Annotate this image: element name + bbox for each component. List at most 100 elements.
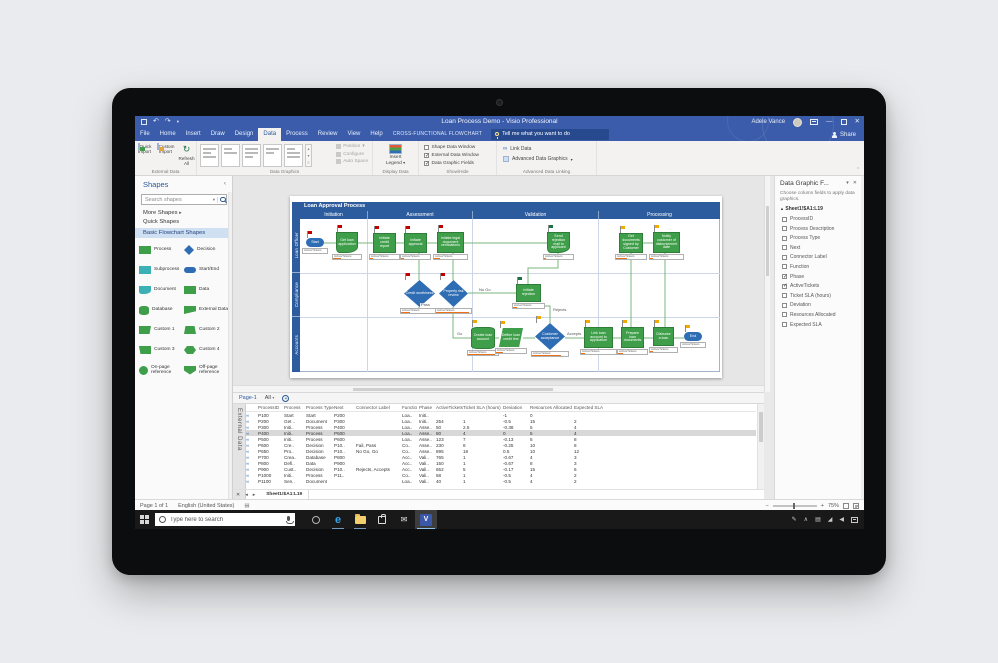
field-checkbox-row[interactable]: Process Description [782,226,857,232]
auto-space-button[interactable]: Auto Space [336,159,368,164]
field-checkbox-row[interactable]: ProcessID [782,216,857,222]
shape-master[interactable]: Off-page reference [184,364,229,376]
flowchart-node[interactable]: Disburse a loan ActiveTickets [653,327,674,346]
column-header[interactable]: Functio [402,405,419,410]
table-scrollbar[interactable] [757,404,764,489]
column-header[interactable]: Phase [419,405,436,410]
column-header[interactable]: Process Type [306,405,334,410]
restore-icon[interactable] [841,119,847,125]
field-checkbox-row[interactable]: Resources Allocated [782,312,857,318]
flowchart-node[interactable]: Get loan application ActiveTickets [336,232,358,253]
shape-master[interactable]: Subprocess [139,264,184,276]
flowchart-node[interactable]: Customer acceptance ActiveTickets [535,323,565,350]
drawing-canvas[interactable]: Loan Approval Process Initiation Assessm… [233,176,764,392]
ribbon-tab[interactable]: File [135,128,155,141]
avatar[interactable] [793,118,802,127]
field-checkbox-row[interactable]: Ticket SLA (hours) [782,293,857,299]
show-hide-checkbox[interactable]: External Data Window [424,153,496,158]
field-checkbox-row[interactable]: Expected SLA [782,322,857,328]
data-graphic-style-thumbnail[interactable] [200,144,219,167]
ribbon-tab[interactable]: Review [313,128,343,141]
ribbon-tab[interactable]: Help [365,128,387,141]
quick-shapes-link[interactable]: Quick Shapes [143,219,179,225]
language-indicator[interactable]: English (United States) [178,503,234,509]
shape-master[interactable]: Database [139,304,184,316]
column-header[interactable]: Process [284,405,306,410]
flowchart-node[interactable]: Property risk review ActiveTickets [439,280,468,307]
flowchart-node[interactable]: Prepare loan documents ActiveTickets [621,327,644,348]
ribbon-tab[interactable]: View [342,128,365,141]
zoom-slider[interactable] [773,505,817,507]
more-shapes-link[interactable]: More Shapes ▸ [143,210,182,216]
start-button[interactable] [140,515,149,524]
share-button[interactable]: Share [832,128,856,141]
shape-master[interactable]: Custom 3 [139,344,184,356]
add-page-button[interactable]: + [282,395,289,402]
shape-search-input[interactable]: Search shapes ▾ [141,194,227,205]
ribbon-tab[interactable]: Design [230,128,259,141]
shape-master[interactable]: Custom 2 [184,324,229,336]
shape-master[interactable]: On-page reference [139,364,184,376]
shape-master[interactable]: Decision [184,244,229,256]
column-header[interactable]: ActiveTickets [436,405,463,410]
ribbon-display-options-icon[interactable] [810,119,818,125]
scrollbar-thumb[interactable] [353,388,553,391]
action-center-icon[interactable] [851,517,858,523]
flowchart-node[interactable]: Send rejection mail to applicant ActiveT… [547,232,570,253]
field-checkbox-row[interactable]: Connector Label [782,254,857,260]
microphone-icon[interactable] [283,513,295,526]
data-source-row[interactable]: ▲ Sheet1!$A1:L19 [780,206,823,212]
taskbar-icon-mail[interactable]: ✉ [393,510,415,529]
field-checkbox-row[interactable]: ActiveTickets [782,283,857,289]
ribbon-tab[interactable]: Home [155,128,181,141]
flowchart-node[interactable]: Get documents signed by Customer ActiveT… [619,233,643,253]
shape-master[interactable]: Custom 1 [139,324,184,336]
flowchart-node[interactable]: End ActiveTickets [684,332,702,341]
proofing-book-icon[interactable]: ▤ [244,503,249,509]
close-window-icon[interactable]: ✕ [236,492,240,498]
field-checkbox-row[interactable]: Function [782,264,857,270]
taskbar-icon-store[interactable] [371,510,393,529]
data-graphic-style-thumbnail[interactable] [284,144,303,167]
taskbar-icon-cortana[interactable] [305,510,327,529]
canvas-horizontal-scrollbar[interactable] [233,385,764,392]
taskbar-icon-visio[interactable]: V [415,510,437,529]
collapse-ribbon-icon[interactable]: ⌃ [856,167,860,173]
ribbon-tab[interactable]: Data [258,128,281,141]
user-name[interactable]: Adele Vance [751,119,785,125]
flowchart-node[interactable]: Define loan credit line ActiveTickets [499,328,523,347]
collapse-panel-icon[interactable]: ‹ [224,181,226,187]
position-button[interactable]: Position▾ [336,144,368,149]
link-data-button[interactable]: ∞Link Data [503,146,596,152]
column-header[interactable]: Resources Allocated [530,405,574,410]
shape-master[interactable]: Document [139,284,184,296]
network-icon[interactable]: ◢ [828,516,833,523]
search-dropdown-icon[interactable]: ▾ [211,197,218,203]
chevron-up-icon[interactable]: ∧ [804,516,808,523]
zoom-slider-thumb[interactable] [793,503,795,509]
taskbar-icon-edge[interactable]: e [327,510,349,529]
insert-legend-button[interactable]: Insert Legend ▾ [386,144,405,166]
column-header[interactable]: Deviation [503,405,530,410]
panel-scrollbar[interactable] [861,176,864,499]
zoom-level[interactable]: 75% [828,503,839,509]
field-checkbox-row[interactable]: Deviation [782,302,857,308]
show-hide-checkbox[interactable]: Shape Data Window [424,145,496,150]
close-icon[interactable]: ✕ [855,116,860,128]
canvas-vertical-scrollbar[interactable] [764,176,770,392]
shape-master[interactable]: External Data [184,304,229,316]
page-indicator[interactable]: Page 1 of 1 [140,503,168,509]
flowchart-node[interactable]: Initiate rejection ActiveTickets [516,284,541,302]
close-panel-icon[interactable]: ✕ [853,180,857,186]
shape-master[interactable]: Start/End [184,264,229,276]
field-checkbox-row[interactable]: Phase [782,274,857,280]
advanced-data-graphics-button[interactable]: Advanced Data Graphics▾ [503,156,596,162]
minimize-icon[interactable]: — [826,116,833,128]
previous-sheet-icon[interactable]: ◂ [245,492,248,498]
full-screen-icon[interactable] [853,503,859,509]
all-pages-button[interactable]: All ▾ [265,395,275,401]
drawing-page[interactable]: Loan Approval Process Initiation Assessm… [290,196,722,378]
panel-menu-icon[interactable]: ▾ [846,180,849,186]
data-graphic-style-thumbnail[interactable] [221,144,240,167]
scrollbar-thumb[interactable] [759,412,763,442]
